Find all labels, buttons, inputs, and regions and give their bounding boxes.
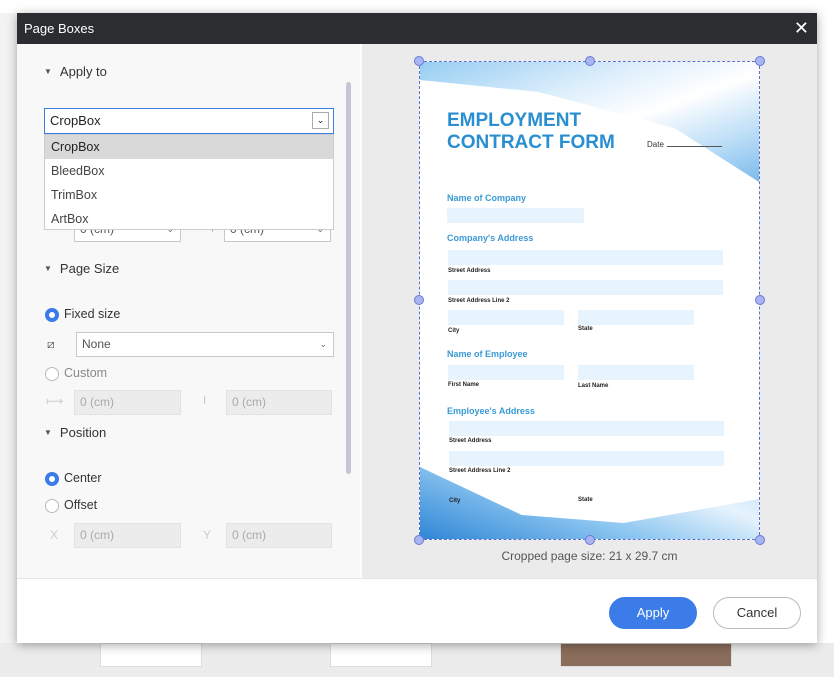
scrollbar[interactable] [346,82,351,474]
custom-width-value: 0 (cm) [80,395,114,409]
page-preview: EMPLOYMENT CONTRACT FORM Date Name of Com… [419,61,760,540]
crop-handle[interactable] [755,56,765,66]
offset-label: Offset [64,498,98,512]
offset-y-input[interactable]: 0 (cm) [226,523,332,548]
center-label: Center [64,471,102,485]
custom-size-radio[interactable] [45,367,59,381]
custom-size-label: Custom [64,366,108,380]
settings-panel: ▼ Apply to CropBox ⌄ CropBox BleedBox Trim… [17,44,360,578]
form-title-line1: EMPLOYMENT [447,110,582,131]
first-name-label: First Name [448,382,480,388]
fixed-size-select[interactable]: None ⌄ [76,332,334,357]
background-app-panel-right [817,13,834,677]
background-app-thumbnails-left [0,13,17,677]
cropped-size-text: Cropped page size: 21 x 29.7 cm [501,549,678,563]
background-thumbnail [560,643,732,667]
page-size-heading[interactable]: ▼ Page Size [44,261,119,276]
form-title: EMPLOYMENT CONTRACT FORM [447,110,615,154]
state-label: State [578,326,593,332]
crop-handle[interactable] [585,535,595,545]
offset-x-input[interactable]: 0 (cm) [74,523,181,548]
background-thumbnail [330,643,432,667]
dialog-title: Page Boxes [24,21,95,36]
collapse-triangle-icon: ▼ [44,67,52,76]
crop-handle[interactable] [585,56,595,66]
street-address-2-label: Street Address Line 2 [448,298,510,304]
cancel-button[interactable]: Cancel [713,597,801,629]
height-icon: I [203,393,207,407]
form-box [448,310,564,325]
city-label: City [449,498,461,504]
option-cropbox[interactable]: CropBox [45,135,333,159]
offset-y-value: 0 (cm) [232,528,266,542]
chevron-down-icon: ⌄ [319,339,327,349]
street-address-label: Street Address [448,268,491,274]
crop-handle[interactable] [414,535,424,545]
close-icon[interactable]: ✕ [794,18,809,38]
apply-to-heading[interactable]: ▼ Apply to [44,64,107,79]
option-trimbox[interactable]: TrimBox [45,183,333,207]
apply-button[interactable]: Apply [609,597,697,629]
background-app-toolbar [0,0,834,13]
page-size-icon: ⧄ [47,337,55,351]
option-bleedbox[interactable]: BleedBox [45,159,333,183]
crop-handle[interactable] [755,295,765,305]
y-icon: Y [203,528,212,542]
offset-x-value: 0 (cm) [80,528,114,542]
form-box [448,280,723,295]
fixed-size-label: Fixed size [64,307,121,321]
apply-to-label: Apply to [59,64,107,79]
form-box [578,365,694,380]
width-icon: ⟼ [46,394,64,408]
option-artbox[interactable]: ArtBox [45,207,333,231]
background-thumbnail [100,643,202,667]
center-radio[interactable] [45,472,59,486]
fixed-size-radio[interactable] [45,308,59,322]
position-label: Position [59,425,107,440]
collapse-triangle-icon: ▼ [44,428,52,437]
name-of-company-heading: Name of Company [447,193,527,203]
fixed-size-value: None [82,337,111,351]
date-label: Date [647,140,664,149]
form-box [578,310,694,325]
offset-radio[interactable] [45,499,59,513]
form-box [449,421,724,436]
apply-to-select[interactable]: CropBox ⌄ [44,108,334,134]
last-name-label: Last Name [578,383,609,389]
date-field: Date [647,140,722,149]
position-heading[interactable]: ▼ Position [44,425,106,440]
apply-to-dropdown: CropBox BleedBox TrimBox ArtBox [44,134,334,230]
street-address-label: Street Address [449,438,492,444]
custom-height-input[interactable]: 0 (cm) [226,390,332,415]
custom-width-input[interactable]: 0 (cm) [74,390,181,415]
form-box [447,208,584,223]
dialog-title-bar: Page Boxes [17,13,817,44]
x-icon: X [50,528,59,542]
crop-handle[interactable] [414,295,424,305]
employee-address-heading: Employee's Address [447,406,535,416]
name-of-employee-heading: Name of Employee [447,349,528,359]
page-boxes-dialog: Page Boxes ✕ ▼ Apply to CropBox ⌄ CropBox … [17,13,817,643]
crop-handle[interactable] [755,535,765,545]
form-box [449,451,724,466]
crop-handle[interactable] [414,56,424,66]
form-box [448,365,564,380]
collapse-triangle-icon: ▼ [44,264,52,273]
form-title-line2: CONTRACT FORM [447,132,615,153]
custom-height-value: 0 (cm) [232,395,266,409]
city-label: City [448,328,460,334]
apply-to-selected: CropBox [50,113,101,128]
preview-panel: EMPLOYMENT CONTRACT FORM Date Name of Com… [362,44,817,578]
form-box [448,250,723,265]
company-address-heading: Company's Address [447,233,534,243]
dialog-footer: Apply Cancel [17,578,817,643]
state-label: State [578,497,593,503]
chevron-down-icon: ⌄ [312,112,329,129]
street-address-2-label: Street Address Line 2 [449,468,511,474]
page-size-label: Page Size [59,261,120,276]
